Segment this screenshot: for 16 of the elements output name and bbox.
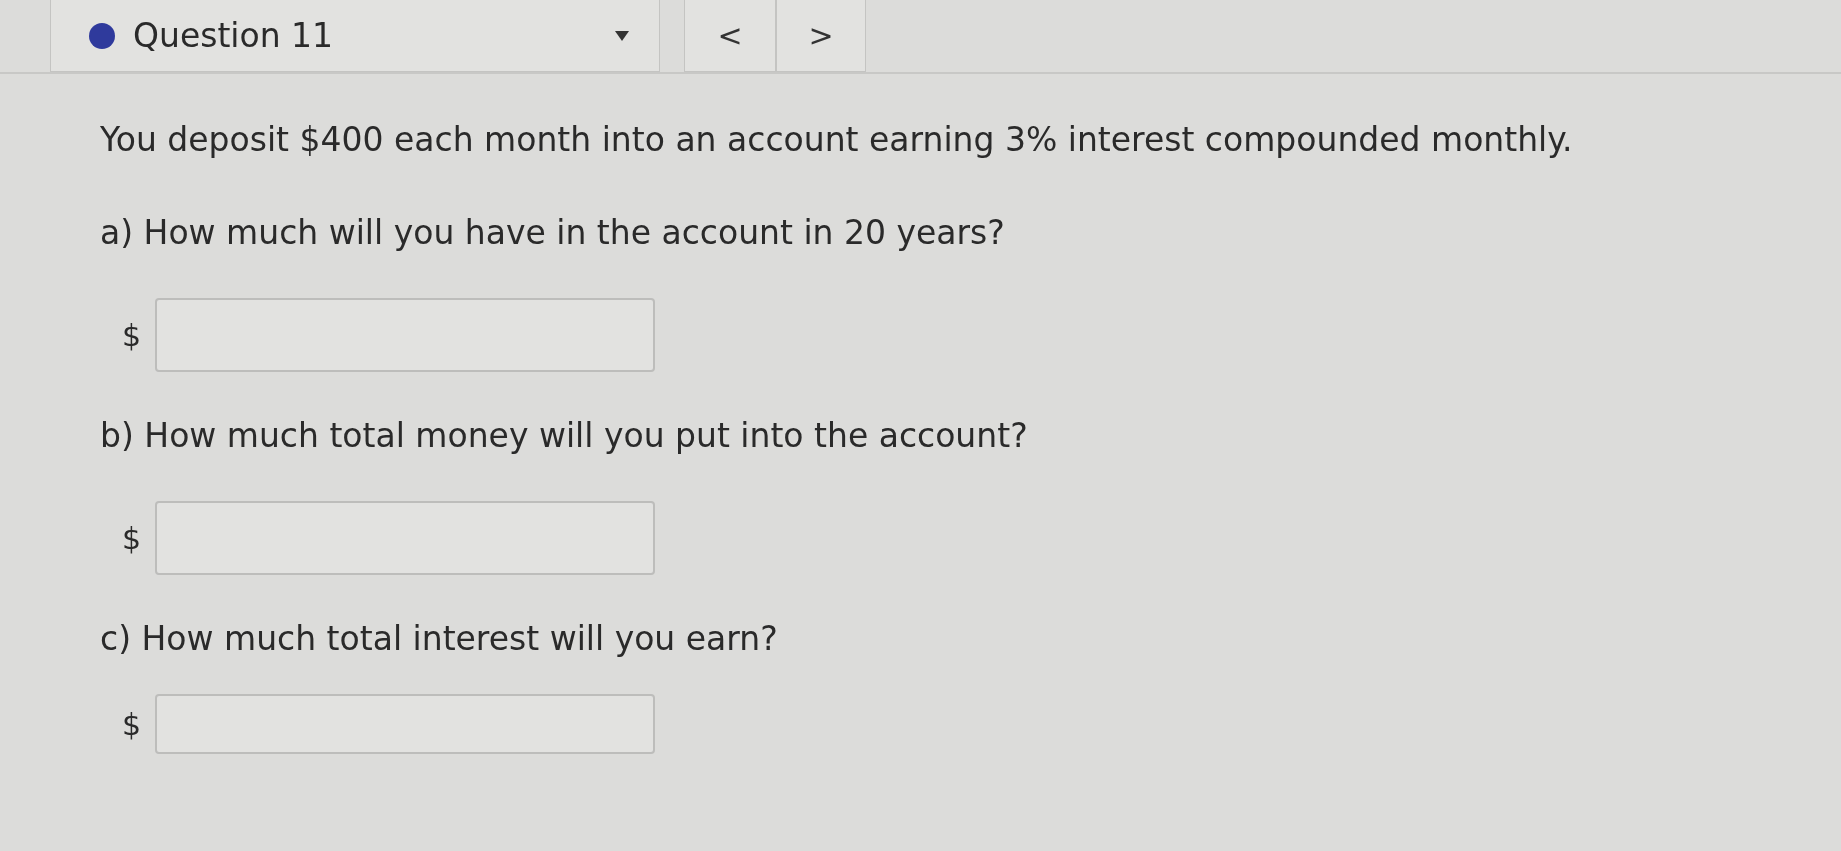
previous-button[interactable]: < <box>685 0 775 71</box>
part-prompt: c) How much total interest will you earn? <box>100 619 779 658</box>
part-prompt: b) How much total money will you put into the account? <box>100 416 1029 455</box>
answer-field[interactable] <box>155 298 656 372</box>
answer-field[interactable] <box>155 501 656 575</box>
dropdown-arrow-icon <box>615 30 629 41</box>
answer-field[interactable] <box>155 694 656 754</box>
status-dot-icon <box>89 22 115 49</box>
question-text: You deposit $400 each month into an account earning 3% interest compounded monthly. <box>100 120 1574 159</box>
question-title: Question 11 <box>133 16 335 55</box>
part-prompt: a) How much will you have in the account in 20 years? <box>100 213 1006 252</box>
currency-sign: $ <box>122 706 142 742</box>
question-selector[interactable]: Question 11 <box>50 0 660 72</box>
currency-sign: $ <box>122 520 142 556</box>
currency-sign: $ <box>122 317 142 353</box>
next-button[interactable]: > <box>775 0 865 71</box>
